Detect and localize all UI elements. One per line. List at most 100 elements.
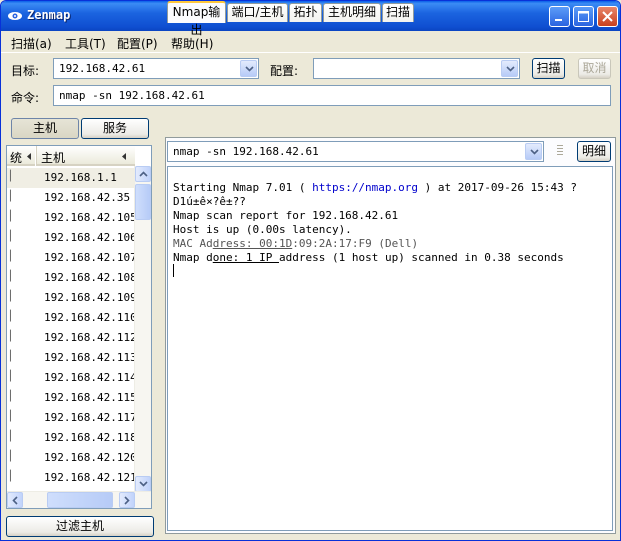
host-list-item[interactable]: ▏ 192.168.42.105 [7,208,137,228]
scan-button[interactable]: 扫描 [532,58,565,79]
host-ip: 192.168.42.120 [44,451,137,464]
os-icon: ▏ [10,271,18,282]
close-button[interactable] [597,6,618,27]
host-list-item[interactable]: ▏ 192.168.42.117 [7,408,137,428]
host-list-vertical-scrollbar[interactable] [134,166,151,492]
command-label: 命令: [11,91,40,105]
hosts-view-button[interactable]: 主机 [11,118,79,139]
output-line-2: D1ú±ê×?ê±?? [173,195,246,208]
scroll-left-button[interactable] [7,492,23,508]
host-list-item[interactable]: ▏ 192.168.42.112 [7,328,137,348]
os-icon: ▏ [10,191,18,202]
target-label: 目标: [11,64,40,78]
output-line-6: Nmap done: 1 IP address (1 host up) scan… [173,251,564,264]
menu-scan[interactable]: 扫描(a) [11,35,52,52]
host-list-item[interactable]: ▏ 192.168.42.114 [7,368,137,388]
host-ip: 192.168.42.112 [44,331,137,344]
minimize-icon [555,19,562,21]
host-list-item[interactable]: ▏ 192.168.42.120 [7,448,137,468]
column-header-host[interactable]: 主机 [36,146,135,166]
target-combo[interactable]: 192.168.42.61 [53,58,259,79]
profile-combo[interactable] [313,58,520,79]
host-list-item[interactable]: ▏ 192.168.42.115 [7,388,137,408]
host-ip: 192.168.42.105 [44,211,137,224]
tab-nmap-output[interactable]: Nmap输出 [167,1,226,37]
host-list-item[interactable]: ▏ 192.168.42.118 [7,428,137,448]
close-icon [602,11,613,22]
host-ip: 192.168.42.113 [44,351,137,364]
host-ip: 192.168.42.106 [44,231,137,244]
maximize-button[interactable] [573,6,594,27]
profile-dropdown-button[interactable] [501,60,518,77]
chevron-up-icon [139,171,148,177]
os-icon: ▏ [10,451,18,462]
window-title: Zenmap [27,8,71,22]
zenmap-window: Zenmap 扫描(a) 工具(T) 配置(P) 帮助(H) 目标: 192.1… [0,0,621,541]
sort-arrow-icon [27,153,31,160]
nmap-output-text[interactable]: Starting Nmap 7.01 ( https://nmap.org ) … [167,166,613,531]
os-icon: ▏ [10,371,18,382]
horizontal-scroll-thumb[interactable] [47,492,113,508]
os-icon: ▏ [10,231,18,242]
menu-bar: 扫描(a) 工具(T) 配置(P) 帮助(H) [1,31,620,53]
os-icon: ▏ [10,431,18,442]
os-icon: ▏ [10,251,18,262]
host-list-item[interactable]: ▏ 192.168.42.106 [7,228,137,248]
os-icon: ▏ [10,331,18,342]
target-dropdown-button[interactable] [240,60,257,77]
tab-host-details[interactable]: 主机明细 [323,3,381,22]
host-ip: 192.168.42.109 [44,291,137,304]
host-list-item[interactable]: ▏ 192.168.42.110 [7,308,137,328]
maximize-icon [578,11,589,22]
tab-topology[interactable]: 拓扑 [289,3,322,22]
host-list-item[interactable]: ▏ 192.168.42.108 [7,268,137,288]
host-list-item[interactable]: ▏ 192.168.42.107 [7,248,137,268]
output-line-4: Host is up (0.00s latency). [173,223,352,236]
output-line-3: Nmap scan report for 192.168.42.61 [173,209,399,222]
os-icon: ▏ [10,211,18,222]
output-line-1: Starting Nmap 7.01 ( https://nmap.org ) … [173,181,577,194]
host-ip: 192.168.42.110 [44,311,137,324]
chevron-down-icon [245,66,254,72]
menu-profile[interactable]: 配置(P) [117,35,158,52]
column-header-os-label: 统 [10,151,23,165]
host-list-item[interactable]: ▏ 192.168.42.113 [7,348,137,368]
text-cursor [173,264,174,277]
chevron-down-icon [506,66,515,72]
nmap-org-link[interactable]: https://nmap.org [312,181,418,194]
chevron-right-icon [124,496,130,505]
target-value: 192.168.42.61 [59,62,146,75]
os-icon: ▏ [10,171,18,182]
tab-scans[interactable]: 扫描 [382,3,414,22]
cancel-button[interactable]: 取消 [578,58,611,79]
column-header-host-label: 主机 [41,151,66,165]
chevron-down-icon [139,481,148,487]
host-list-item[interactable]: ▏ 192.168.42.35 [7,188,134,208]
output-line-5: MAC Address: 00:1D:09:2A:17:F9 (Dell) [173,237,419,250]
menu-tools[interactable]: 工具(T) [65,35,106,52]
services-view-button[interactable]: 服务 [81,118,149,139]
host-ip: 192.168.42.118 [44,431,137,444]
host-ip: 192.168.42.117 [44,411,137,424]
scroll-right-button[interactable] [119,492,135,508]
sort-arrow-icon [122,153,126,160]
scroll-down-button[interactable] [135,476,151,492]
output-selector-value: nmap -sn 192.168.42.61 [173,145,319,158]
host-list-item[interactable]: ▏ 192.168.1.1 [7,168,134,188]
output-scan-selector[interactable]: nmap -sn 192.168.42.61 [167,141,544,162]
host-list-horizontal-scrollbar[interactable] [7,491,151,508]
scroll-up-button[interactable] [135,166,151,182]
host-list-item[interactable]: ▏ 192.168.42.121 [7,468,137,488]
minimize-button[interactable] [549,6,570,27]
output-selector-dropdown-button[interactable] [525,143,542,160]
column-header-os[interactable]: 统 [7,146,35,166]
details-button[interactable]: 明细 [577,141,611,162]
scroll-thumb[interactable] [135,184,151,220]
os-icon: ▏ [10,351,18,362]
os-icon: ▏ [10,391,18,402]
tab-ports-hosts[interactable]: 端口/主机 [227,3,288,22]
filter-hosts-button[interactable]: 过滤主机 [6,516,154,537]
host-list-item[interactable]: ▏ 192.168.42.109 [7,288,137,308]
host-ip: 192.168.42.115 [44,391,137,404]
command-input[interactable]: nmap -sn 192.168.42.61 [53,85,611,106]
